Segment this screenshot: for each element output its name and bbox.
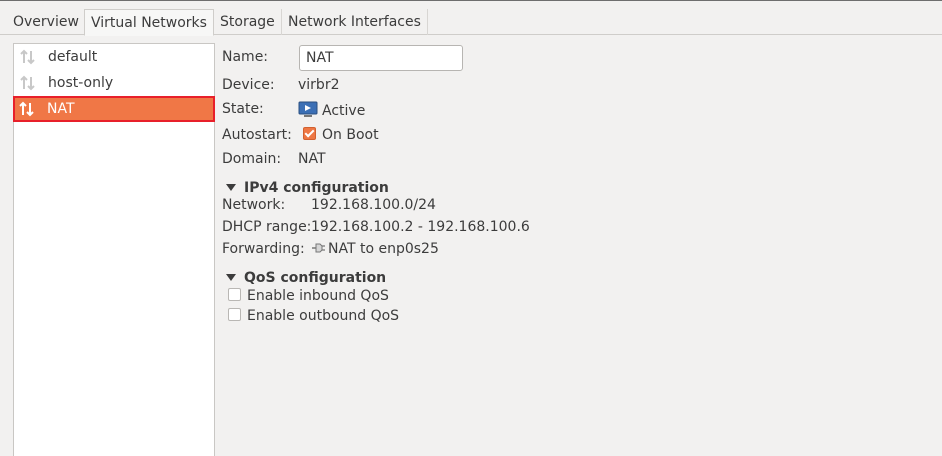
forwarding-label: Forwarding:	[222, 241, 305, 257]
qos-section-toggle[interactable]: QoS configuration	[226, 270, 386, 286]
tab-network-interfaces[interactable]: Network Interfaces	[282, 9, 428, 35]
network-updown-icon	[19, 101, 34, 117]
tab-bar: Overview Virtual Networks Storage Networ…	[0, 1, 942, 36]
monitor-active-icon	[298, 101, 318, 117]
expander-down-icon	[226, 184, 236, 191]
tab-virtual-networks[interactable]: Virtual Networks	[84, 9, 214, 36]
forwarding-value: NAT to enp0s25	[328, 241, 439, 257]
network-item-label: host-only	[48, 75, 114, 91]
ipv4-network-label: Network:	[222, 197, 286, 213]
outbound-qos-label: Enable outbound QoS	[247, 308, 400, 324]
outbound-qos-checkbox[interactable]: Enable outbound QoS	[228, 308, 399, 324]
network-item-default[interactable]: default	[14, 44, 214, 70]
plug-icon	[312, 243, 325, 253]
inbound-qos-label: Enable inbound QoS	[247, 288, 389, 304]
dhcp-range-label: DHCP range:	[222, 219, 312, 235]
autostart-check-icon[interactable]	[303, 127, 316, 140]
ipv4-network-value: 192.168.100.0/24	[311, 197, 436, 213]
host-details-window: Overview Virtual Networks Storage Networ…	[0, 0, 942, 456]
state-value: Active	[322, 103, 366, 119]
network-updown-icon	[20, 75, 35, 91]
state-label: State:	[222, 101, 264, 117]
device-value: virbr2	[298, 77, 340, 93]
network-item-host-only[interactable]: host-only	[14, 70, 214, 96]
autostart-checkbox[interactable]: On Boot	[303, 127, 379, 143]
domain-value: NAT	[298, 151, 326, 167]
checkbox-unchecked-icon[interactable]	[228, 308, 241, 321]
ipv4-section-toggle[interactable]: IPv4 configuration	[226, 180, 389, 196]
tab-storage[interactable]: Storage	[214, 9, 282, 35]
dhcp-range-value: 192.168.100.2 - 192.168.100.6	[311, 219, 530, 235]
state-value-group: Active	[298, 101, 365, 119]
network-list: default host-only NAT	[13, 43, 215, 456]
network-item-label: NAT	[47, 101, 75, 117]
name-label: Name:	[222, 49, 269, 65]
ipv4-section-title: IPv4 configuration	[244, 180, 389, 196]
network-item-label: default	[48, 49, 98, 65]
device-label: Device:	[222, 77, 275, 93]
network-item-nat[interactable]: NAT	[13, 96, 215, 122]
autostart-label: Autostart:	[222, 127, 292, 143]
inbound-qos-checkbox[interactable]: Enable inbound QoS	[228, 288, 389, 304]
tab-overview[interactable]: Overview	[7, 9, 86, 35]
qos-section-title: QoS configuration	[244, 270, 387, 286]
autostart-value: On Boot	[322, 127, 379, 143]
forwarding-value-group: NAT to enp0s25	[311, 241, 439, 257]
checkbox-unchecked-icon[interactable]	[228, 288, 241, 301]
name-field[interactable]: NAT	[299, 45, 463, 71]
network-updown-icon	[20, 49, 35, 65]
expander-down-icon	[226, 274, 236, 281]
domain-label: Domain:	[222, 151, 282, 167]
